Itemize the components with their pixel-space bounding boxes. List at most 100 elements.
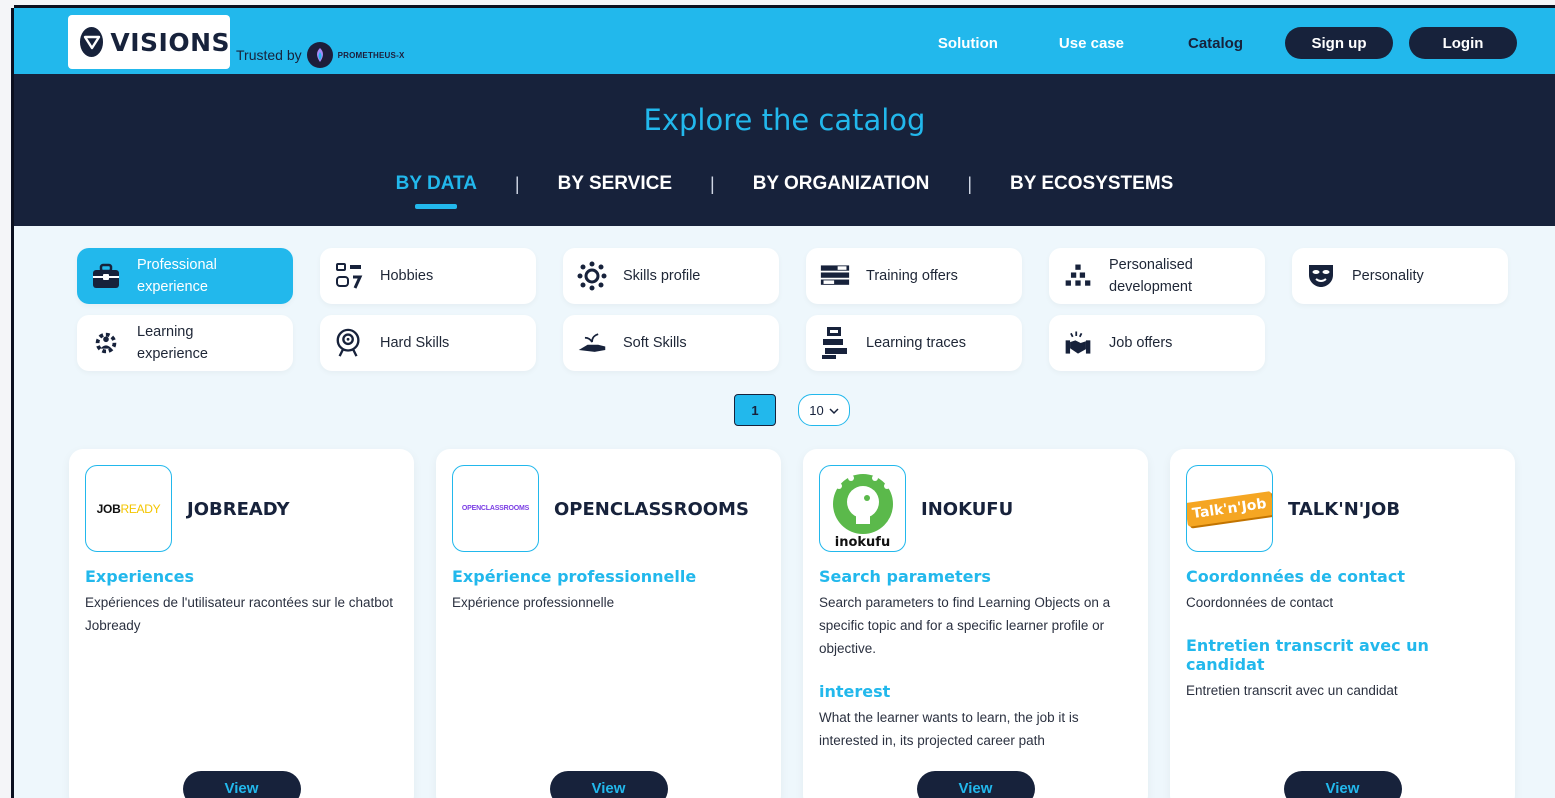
trusted-by: Trusted by PROMETHEUS-X: [236, 42, 404, 68]
openclassrooms-logo-text: OPENCLASSROOMS: [461, 505, 530, 512]
page-size-select[interactable]: 10: [798, 394, 850, 426]
category-label: Skills profile: [623, 268, 701, 284]
card-title: JOBREADY: [187, 499, 290, 520]
category-personalised-development[interactable]: Personalised development: [1049, 248, 1265, 304]
card-body: Experiences Expériences de l'utilisateur…: [85, 567, 396, 659]
card-body: Coordonnées de contact Coordonnées de co…: [1186, 567, 1497, 724]
category-label: Professional experience: [137, 257, 217, 295]
category-label: Hard Skills: [380, 335, 450, 351]
prometheus-logo-icon: [306, 42, 333, 68]
view-button[interactable]: View: [549, 771, 668, 798]
tab-separator: |: [967, 173, 973, 194]
inokufu-logo-text: inokufu: [834, 535, 891, 550]
hobbies-icon: [334, 261, 364, 291]
data-title[interactable]: Expérience professionnelle: [452, 567, 763, 586]
tab-by-data[interactable]: BY DATA: [392, 173, 481, 195]
category-personality[interactable]: Personality: [1292, 248, 1508, 304]
data-description: Coordonnées de contact: [1186, 595, 1334, 610]
tab-by-organization[interactable]: BY ORGANIZATION: [749, 173, 934, 195]
card-title: OPENCLASSROOMS: [554, 499, 749, 520]
page-1-button[interactable]: 1: [734, 394, 776, 426]
data-title[interactable]: Coordonnées de contact: [1186, 567, 1497, 586]
category-label: Job offers: [1109, 335, 1173, 351]
briefcase-icon: [91, 261, 121, 291]
category-professional-experience[interactable]: Professional experience: [77, 248, 293, 304]
handshake-icon: [1063, 328, 1093, 358]
category-hobbies[interactable]: Hobbies: [320, 248, 536, 304]
category-learning-traces[interactable]: Learning traces: [806, 315, 1022, 371]
data-title[interactable]: Search parameters: [819, 567, 1130, 586]
hand-plant-icon: [577, 328, 607, 358]
category-hard-skills[interactable]: Hard Skills: [320, 315, 536, 371]
nav-catalog[interactable]: Catalog: [1188, 35, 1243, 52]
data-description: What the learner wants to learn, the job…: [819, 710, 1079, 748]
app-frame: VISIONS Trusted by PROMETHEUS-X Solution…: [14, 8, 1555, 798]
data-description: Expérience professionnelle: [452, 595, 615, 610]
view-button[interactable]: View: [1283, 771, 1402, 798]
data-description: Entretien transcrit avec un candidat: [1186, 683, 1398, 698]
main-nav: Solution Use case Catalog Sign up Login: [938, 27, 1517, 59]
category-label: Learning traces: [866, 335, 966, 351]
catalog-hero: Explore the catalog BY DATA | BY SERVICE…: [14, 74, 1555, 226]
target-head-icon: [334, 328, 364, 358]
partner-name: PROMETHEUS-X: [337, 50, 405, 60]
training-board-icon: [820, 261, 850, 291]
talknjob-logo-text: Talk'n'Job: [1187, 490, 1272, 527]
card-body: Expérience professionnelle Expérience pr…: [452, 567, 763, 636]
category-learning-experience[interactable]: Learning experience: [77, 315, 293, 371]
skills-network-icon: [577, 261, 607, 291]
tab-by-ecosystems[interactable]: BY ECOSYSTEMS: [1006, 173, 1177, 195]
catalog-card-inokufu: inokufu INOKUFU Search parameters Search…: [803, 449, 1148, 798]
category-label: Personality: [1352, 268, 1424, 284]
jobready-logo: JOBREADY: [85, 465, 172, 552]
card-body: Search parameters Search parameters to f…: [819, 567, 1130, 774]
catalog-card-talknjob: Talk'n'Job TALK'N'JOB Coordonnées de con…: [1170, 449, 1515, 798]
tab-by-service[interactable]: BY SERVICE: [554, 173, 676, 195]
pagination: 1 10: [734, 394, 850, 426]
data-description: Expériences de l'utilisateur racontées s…: [85, 595, 393, 633]
category-skills-profile[interactable]: Skills profile: [563, 248, 779, 304]
tab-separator: |: [514, 173, 520, 194]
catalog-tabs: BY DATA | BY SERVICE | BY ORGANIZATION |…: [14, 173, 1555, 195]
category-soft-skills[interactable]: Soft Skills: [563, 315, 779, 371]
catalog-card-jobready: JOBREADY JOBREADY Experiences Expérience…: [69, 449, 414, 798]
card-title: INOKUFU: [921, 499, 1014, 520]
nav-use-case[interactable]: Use case: [1059, 35, 1124, 52]
openclassrooms-logo: OPENCLASSROOMS: [452, 465, 539, 552]
page-title: Explore the catalog: [643, 103, 926, 137]
category-job-offers[interactable]: Job offers: [1049, 315, 1265, 371]
brand-name: VISIONS: [110, 27, 230, 57]
chevron-down-icon: [829, 403, 839, 418]
trusted-by-label: Trusted by: [236, 47, 302, 63]
data-description: Search parameters to find Learning Objec…: [819, 595, 1111, 656]
category-training-offers[interactable]: Training offers: [806, 248, 1022, 304]
data-title[interactable]: Entretien transcrit avec un candidat: [1186, 636, 1497, 674]
gear-person-icon: [91, 328, 121, 358]
inokufu-logo: inokufu: [819, 465, 906, 552]
nav-solution[interactable]: Solution: [938, 35, 998, 52]
category-label: Hobbies: [380, 268, 434, 284]
data-title[interactable]: Experiences: [85, 567, 396, 586]
visions-logo[interactable]: VISIONS: [68, 15, 230, 69]
lightbulb-icon: [832, 474, 893, 534]
page-size-value: 10: [809, 402, 824, 418]
login-button[interactable]: Login: [1409, 27, 1517, 59]
mask-icon: [1306, 261, 1336, 291]
view-button[interactable]: View: [916, 771, 1035, 798]
data-title[interactable]: interest: [819, 682, 1130, 701]
signup-button[interactable]: Sign up: [1285, 27, 1393, 59]
view-button[interactable]: View: [182, 771, 301, 798]
card-title: TALK'N'JOB: [1288, 499, 1401, 520]
category-label: Training offers: [866, 268, 958, 284]
category-label: Learning experience: [137, 324, 208, 362]
category-label: Personalised development: [1109, 257, 1193, 295]
growth-pyramid-icon: [1063, 261, 1093, 291]
talknjob-logo: Talk'n'Job: [1186, 465, 1273, 552]
person-desk-icon: [820, 327, 850, 359]
jobready-logo-text: JOBREADY: [96, 501, 161, 516]
category-label: Soft Skills: [623, 335, 687, 351]
tab-separator: |: [710, 173, 715, 194]
catalog-card-openclassrooms: OPENCLASSROOMS OPENCLASSROOMS Expérience…: [436, 449, 781, 798]
visions-logo-icon: [80, 27, 104, 57]
top-navbar: VISIONS Trusted by PROMETHEUS-X Solution…: [14, 8, 1555, 74]
